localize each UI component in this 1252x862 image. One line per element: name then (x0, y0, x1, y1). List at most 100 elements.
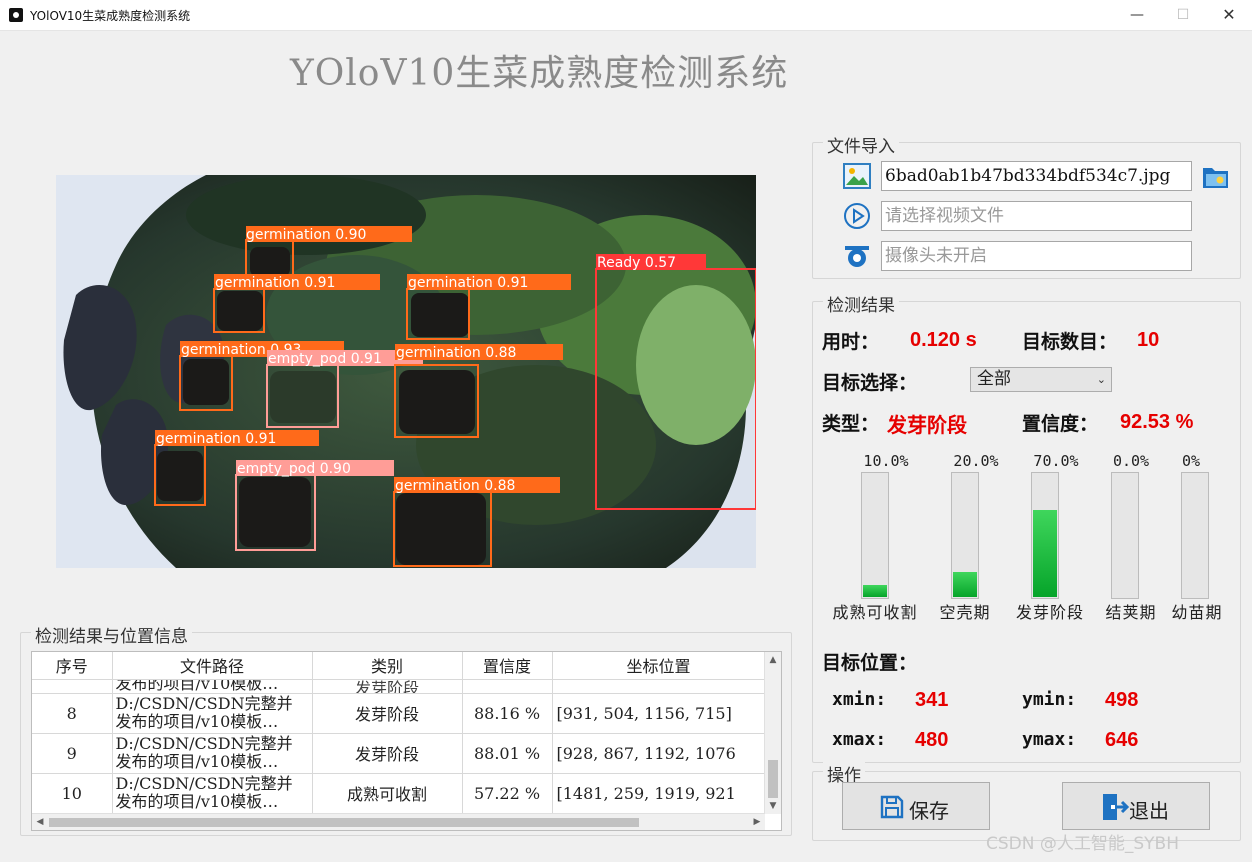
column-header-index[interactable]: 序号 (32, 652, 113, 680)
results-table[interactable]: 序号 文件路径 类别 置信度 坐标位置 发布的项目/v10模板… 发芽阶段 8 … (31, 651, 782, 831)
camera-status-field[interactable]: 摄像头未开启 (881, 241, 1192, 271)
progress-bar (1111, 472, 1139, 599)
ymin-label: ymin: (1022, 689, 1077, 710)
ymin-value: 498 (1105, 689, 1139, 711)
table-row[interactable]: 10 D:/CSDN/CSDN完整并 发布的项目/v10模板… 成熟可收割 57.… (32, 773, 766, 814)
exit-button-label: 退出 (1129, 799, 1169, 823)
cell-confidence: 88.16 % (462, 693, 553, 734)
table-row[interactable]: 发布的项目/v10模板… 发芽阶段 (32, 679, 766, 694)
progress-bar (1181, 472, 1209, 599)
target-select-dropdown[interactable]: 全部 ⌄ (970, 367, 1112, 392)
bar-percentage: 20.0% (953, 452, 999, 470)
column-header-class[interactable]: 类别 (312, 652, 463, 680)
pot-3 (411, 293, 469, 337)
detection-label: Ready 0.57 (597, 255, 676, 271)
open-folder-icon[interactable] (1201, 162, 1231, 190)
column-header-coords[interactable]: 坐标位置 (552, 652, 766, 680)
cell-class: 成熟可收割 (312, 773, 463, 814)
image-path-field[interactable]: 6bad0ab1b47bd334bdf534c7.jpg (881, 161, 1192, 191)
bar-label: 成熟可收割 (832, 603, 918, 622)
progress-bar-fill (863, 584, 887, 597)
target-count-value: 10 (1137, 329, 1160, 351)
table-header-row: 序号 文件路径 类别 置信度 坐标位置 (32, 652, 766, 680)
cell-class: 发芽阶段 (312, 733, 463, 774)
target-select-label: 目标选择： (822, 372, 918, 394)
pot-2 (217, 291, 263, 331)
minimize-button[interactable]: — (1114, 0, 1160, 30)
results-group-title: 检测结果与位置信息 (31, 622, 192, 647)
pot-7 (239, 477, 311, 547)
close-button[interactable]: ✕ (1206, 0, 1252, 30)
video-path-field[interactable]: 请选择视频文件 (881, 201, 1192, 231)
column-header-confidence[interactable]: 置信度 (462, 652, 553, 680)
bar-label: 发芽阶段 (1015, 603, 1084, 622)
table-row[interactable]: 8 D:/CSDN/CSDN完整并 发布的项目/v10模板… 发芽阶段 88.16… (32, 693, 766, 734)
cell-coords: [928, 867, 1192, 1076 (552, 733, 766, 774)
xmax-value: 480 (915, 729, 949, 751)
camera-icon[interactable] (843, 242, 871, 270)
type-label: 类型： (822, 413, 880, 435)
scroll-thumb[interactable] (768, 760, 778, 798)
time-label: 用时： (822, 331, 880, 353)
cell-index: 9 (32, 733, 113, 774)
app-logo-icon (9, 8, 23, 22)
bar-percentage: 0.0% (1112, 452, 1150, 470)
scroll-thumb[interactable] (49, 818, 639, 827)
save-icon (880, 795, 904, 819)
file-import-title: 文件导入 (823, 132, 899, 157)
video-file-icon[interactable] (843, 202, 871, 230)
pot-9 (270, 371, 336, 423)
maximize-button[interactable]: ☐ (1160, 0, 1206, 30)
foliage-dark (186, 175, 426, 255)
cell-index: 8 (32, 693, 113, 734)
xmin-label: xmin: (832, 689, 887, 710)
bar-label: 空壳期 (939, 603, 991, 622)
cell-path: 发布的项目/v10模板… (112, 679, 313, 694)
table-horizontal-scrollbar[interactable]: ◀ ▶ (32, 813, 765, 830)
results-table-grid: 序号 文件路径 类别 置信度 坐标位置 发布的项目/v10模板… 发芽阶段 8 … (32, 652, 766, 814)
table-row[interactable]: 9 D:/CSDN/CSDN完整并 发布的项目/v10模板… 发芽阶段 88.01… (32, 733, 766, 774)
progress-bar (1031, 472, 1059, 599)
page-title: YOloV10生菜成熟度检测系统 (290, 53, 789, 94)
chevron-down-icon: ⌄ (1096, 373, 1106, 386)
xmin-value: 341 (915, 689, 949, 711)
cell-class: 发芽阶段 (312, 679, 463, 694)
cell-path: D:/CSDN/CSDN完整并 发布的项目/v10模板… (112, 693, 313, 734)
detection-label: germination 0.88 (396, 345, 516, 361)
window-titlebar: YOlOV10生菜成熟度检测系统 — ☐ ✕ (0, 0, 1252, 31)
ymax-value: 646 (1105, 729, 1139, 751)
pot-1 (250, 247, 290, 277)
progress-bar-fill (1033, 509, 1057, 597)
foliage-lettuce (636, 285, 756, 445)
target-position-label: 目标位置： (822, 652, 918, 674)
column-header-path[interactable]: 文件路径 (112, 652, 313, 680)
cell-confidence (462, 679, 553, 694)
detection-label: germination 0.90 (246, 227, 366, 243)
confidence-label: 置信度： (1022, 413, 1099, 435)
scroll-up-icon[interactable]: ▲ (765, 652, 781, 668)
detection-label: germination 0.88 (395, 478, 515, 494)
exit-button[interactable]: 退出 (1062, 782, 1210, 830)
save-button[interactable]: 保存 (842, 782, 990, 830)
table-vertical-scrollbar[interactable]: ▲ ▼ (764, 652, 781, 814)
scroll-right-icon[interactable]: ▶ (749, 814, 765, 830)
cell-coords: [1481, 259, 1919, 921 (552, 773, 766, 814)
detection-label: germination 0.91 (215, 275, 335, 291)
bar-percentage: 10.0% (863, 452, 909, 470)
exit-icon (1103, 794, 1129, 820)
cell-coords (552, 679, 766, 694)
detection-result-title: 检测结果 (823, 291, 899, 316)
cell-index (32, 679, 113, 694)
detection-label: germination 0.91 (156, 431, 276, 447)
bar-percentage: 0% (1181, 452, 1201, 470)
scroll-left-icon[interactable]: ◀ (32, 814, 48, 830)
detection-image-canvas: germination 0.90 germination 0.91 germin… (56, 175, 756, 568)
scroll-down-icon[interactable]: ▼ (765, 798, 781, 814)
ymax-label: ymax: (1022, 729, 1077, 750)
time-value: 0.120 s (910, 329, 977, 351)
pot-8 (396, 493, 486, 565)
detection-label: germination 0.91 (408, 275, 528, 291)
cell-path: D:/CSDN/CSDN完整并 发布的项目/v10模板… (112, 733, 313, 774)
image-file-icon[interactable] (843, 163, 871, 189)
save-button-label: 保存 (909, 799, 949, 823)
